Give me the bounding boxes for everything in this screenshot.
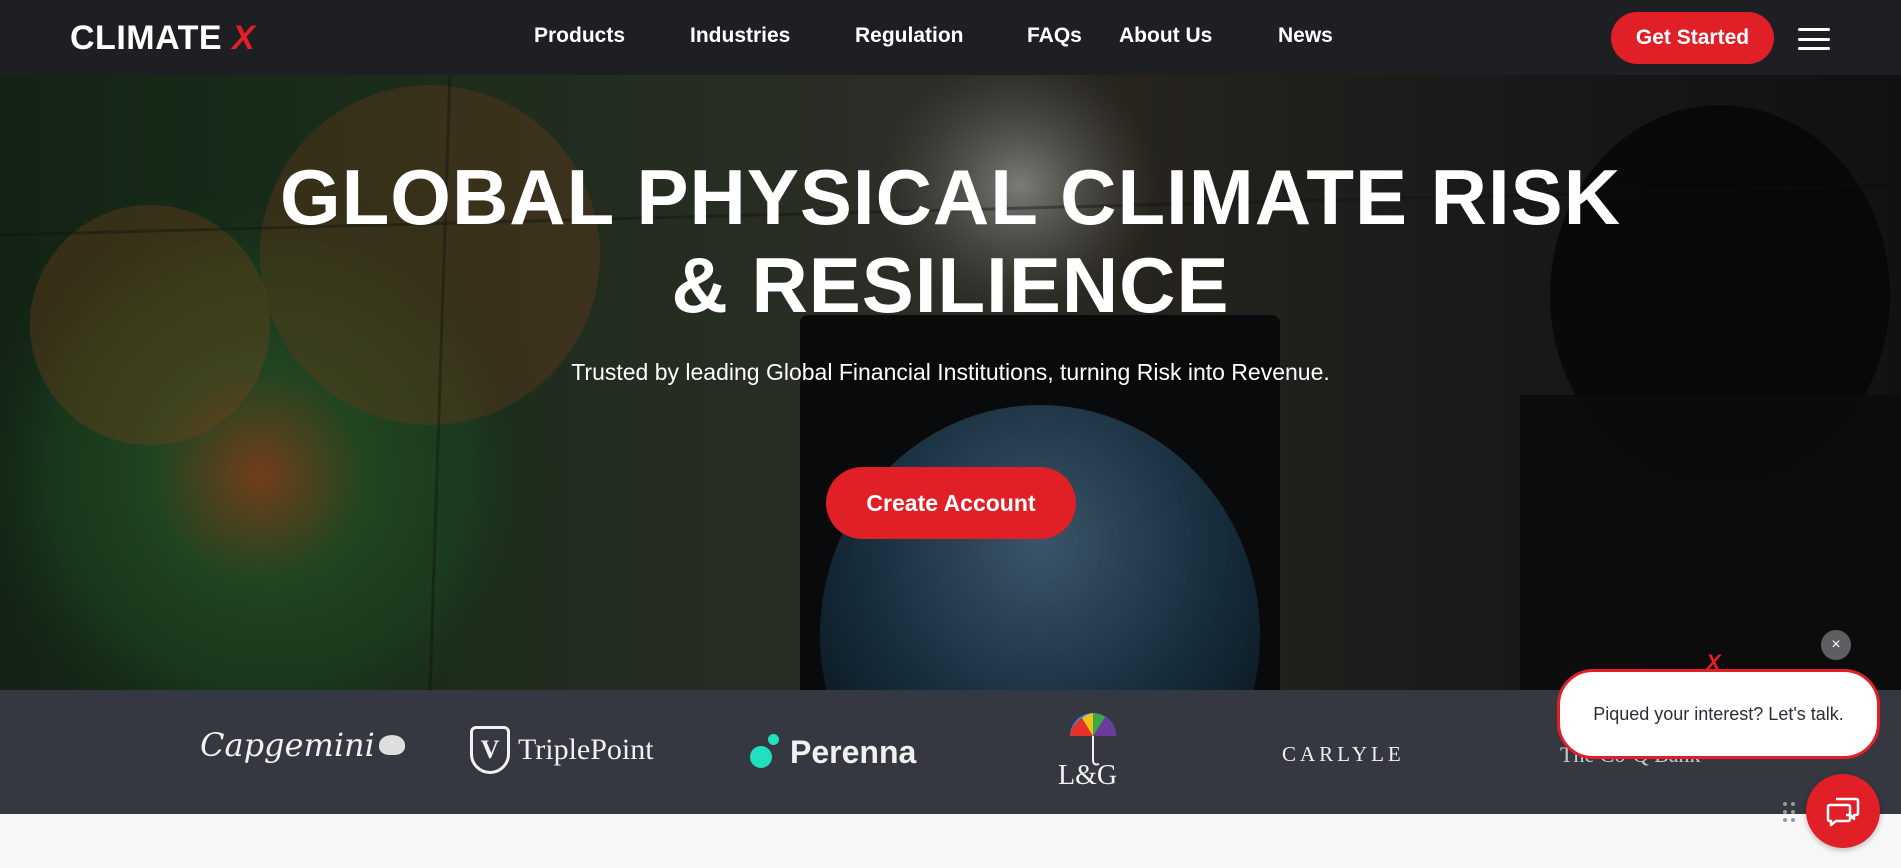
nav-industries[interactable]: Industries	[690, 24, 790, 48]
create-account-button[interactable]: Create Account	[826, 467, 1076, 539]
shield-icon: V	[470, 726, 510, 774]
hero-title-line-1: GLOBAL PHYSICAL CLIMATE RISK	[279, 153, 1622, 241]
nav-news[interactable]: News	[1278, 24, 1333, 48]
carlyle-logo: CARLYLE	[1282, 742, 1405, 766]
hamburger-menu-icon[interactable]	[1798, 28, 1830, 50]
legal-and-general-logo: L&G	[1058, 713, 1117, 792]
perenna-logo: Perenna	[748, 732, 916, 772]
hero-subtitle: Trusted by leading Global Financial Inst…	[571, 359, 1330, 385]
chat-prompt-text: Piqued your interest? Let's talk.	[1593, 703, 1844, 724]
next-section-top	[0, 814, 1901, 868]
nav-faqs[interactable]: FAQs	[1027, 24, 1082, 48]
nav-regulation[interactable]: Regulation	[855, 24, 964, 48]
get-started-button[interactable]: Get Started	[1611, 12, 1774, 64]
logo-text: CLIMATE	[70, 19, 223, 57]
top-navbar: CLIMATE X Products Industries Regulation …	[0, 0, 1901, 75]
logo-x-mark: X	[232, 19, 256, 57]
close-icon: ×	[1831, 636, 1841, 653]
drag-grip-icon[interactable]	[1782, 800, 1796, 824]
chat-icon	[1826, 797, 1860, 827]
perenna-dots-icon	[748, 732, 784, 772]
chat-prompt-bubble[interactable]: Piqued your interest? Let's talk.	[1557, 669, 1880, 759]
hero-title-line-2: & RESILIENCE	[671, 241, 1230, 329]
nav-products[interactable]: Products	[534, 24, 625, 48]
chat-close-button[interactable]: ×	[1821, 630, 1851, 660]
nav-about-us[interactable]: About Us	[1119, 24, 1212, 48]
spade-icon	[378, 735, 405, 755]
chat-launcher-button[interactable]	[1806, 774, 1880, 848]
hero-section: GLOBAL PHYSICAL CLIMATE RISK & RESILIENC…	[0, 75, 1901, 690]
climate-x-logo[interactable]: CLIMATE X	[70, 19, 256, 57]
hero-title: GLOBAL PHYSICAL CLIMATE RISK & RESILIENC…	[0, 153, 1901, 329]
umbrella-icon	[1070, 713, 1116, 766]
triplepoint-logo: V TriplePoint	[470, 726, 654, 774]
capgemini-logo: Capgemini	[200, 726, 405, 764]
